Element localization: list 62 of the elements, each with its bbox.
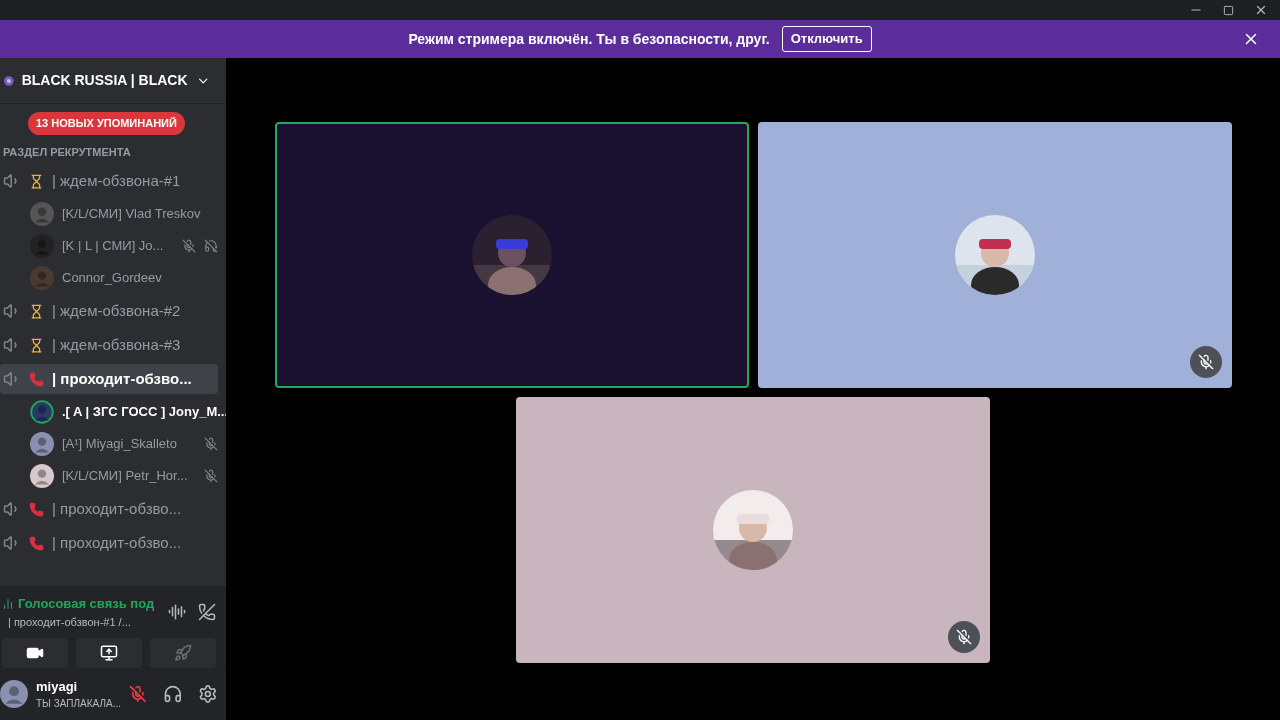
- voice-user[interactable]: [K/L/СМИ] Vlad Treskov: [0, 198, 226, 230]
- video-tile[interactable]: [757, 122, 1232, 388]
- voice-user[interactable]: [A¹] Miyagi_Skalleto: [0, 428, 226, 460]
- user-name: miyagi: [36, 677, 79, 696]
- banner-text: Режим стримера включён. Ты в безопасности, друг.: [408, 29, 770, 49]
- screen-share-button[interactable]: [76, 638, 142, 668]
- voice-channel[interactable]: | ждем-обзвона-#3: [0, 330, 218, 360]
- category-label: РАЗДЕЛ РЕКРУТМЕНТА: [2, 144, 132, 160]
- screen-share-icon: [100, 644, 118, 662]
- server-icon: [4, 74, 14, 87]
- channel-name: | проходит-обзво...: [52, 498, 182, 519]
- user-name: [K | L | СМИ] Jo...: [62, 237, 165, 256]
- close-icon[interactable]: [1254, 3, 1268, 17]
- activity-button[interactable]: [150, 638, 216, 668]
- voice-channel[interactable]: | проходит-обзво...: [0, 364, 218, 394]
- voice-user[interactable]: Connor_Gordeev: [0, 262, 226, 294]
- voice-channel[interactable]: | проходит-обзво...: [0, 528, 218, 558]
- user-name: [K/L/СМИ] Petr_Hor...: [62, 467, 189, 486]
- hourglass-icon: [29, 173, 44, 189]
- disconnect-icon[interactable]: [198, 603, 216, 621]
- voice-channel-label[interactable]: | проходит-обзвон-#1 /...: [2, 613, 168, 630]
- mentions-badge[interactable]: 13 НОВЫХ УПОМИНАНИЙ: [28, 112, 185, 135]
- voice-user[interactable]: [K | L | СМИ] Jo...: [0, 230, 226, 262]
- channel-name: | ждем-обзвона-#1: [52, 170, 181, 191]
- channel-name: | проходит-обзво...: [52, 532, 182, 553]
- noise-suppression-icon[interactable]: [168, 603, 186, 621]
- avatar: [30, 464, 54, 488]
- voice-channel[interactable]: | ждем-обзвона-#1: [0, 166, 218, 196]
- video-tile[interactable]: [516, 397, 990, 663]
- channel-name: | ждем-обзвона-#2: [52, 300, 181, 321]
- mic-off-icon[interactable]: [129, 685, 147, 703]
- voice-channel[interactable]: | ждем-обзвона-#2: [0, 296, 218, 326]
- signal-icon: [2, 597, 14, 610]
- avatar: [30, 266, 54, 290]
- headphones-icon[interactable]: [162, 684, 183, 704]
- user-name: [A¹] Miyagi_Skalleto: [62, 435, 178, 454]
- voice-status[interactable]: Голосовая связь под: [18, 594, 155, 614]
- phone-icon: [29, 371, 44, 387]
- phone-icon: [29, 535, 44, 551]
- voice-user[interactable]: [K/L/СМИ] Petr_Hor...: [0, 460, 226, 492]
- phone-icon: [29, 501, 44, 517]
- settings-icon[interactable]: [198, 684, 218, 704]
- avatar: [0, 680, 28, 708]
- camera-button[interactable]: [2, 638, 68, 668]
- maximize-icon[interactable]: [1223, 4, 1234, 16]
- channel-name: | ждем-обзвона-#3: [52, 334, 181, 355]
- hourglass-icon: [29, 337, 44, 353]
- user-name: [K/L/СМИ] Vlad Treskov: [62, 205, 202, 224]
- user-name: Connor_Gordeev: [62, 269, 163, 288]
- server-header[interactable]: BLACK RUSSIA | BLACK: [0, 58, 226, 104]
- video-tile[interactable]: [274, 122, 749, 388]
- avatar: [30, 234, 54, 258]
- rocket-icon: [174, 644, 192, 662]
- disable-button[interactable]: Отключить: [781, 26, 872, 52]
- channel-name: | проходит-обзво...: [52, 368, 192, 389]
- voice-channel[interactable]: | проходит-обзво...: [0, 494, 218, 524]
- hourglass-icon: [29, 303, 44, 319]
- avatar: [30, 202, 54, 226]
- avatar: [30, 432, 54, 456]
- server-name: BLACK RUSSIA | BLACK: [21, 71, 188, 90]
- avatar: [30, 400, 54, 424]
- user-status: ТЫ ЗАПЛАКАЛА...: [36, 697, 122, 712]
